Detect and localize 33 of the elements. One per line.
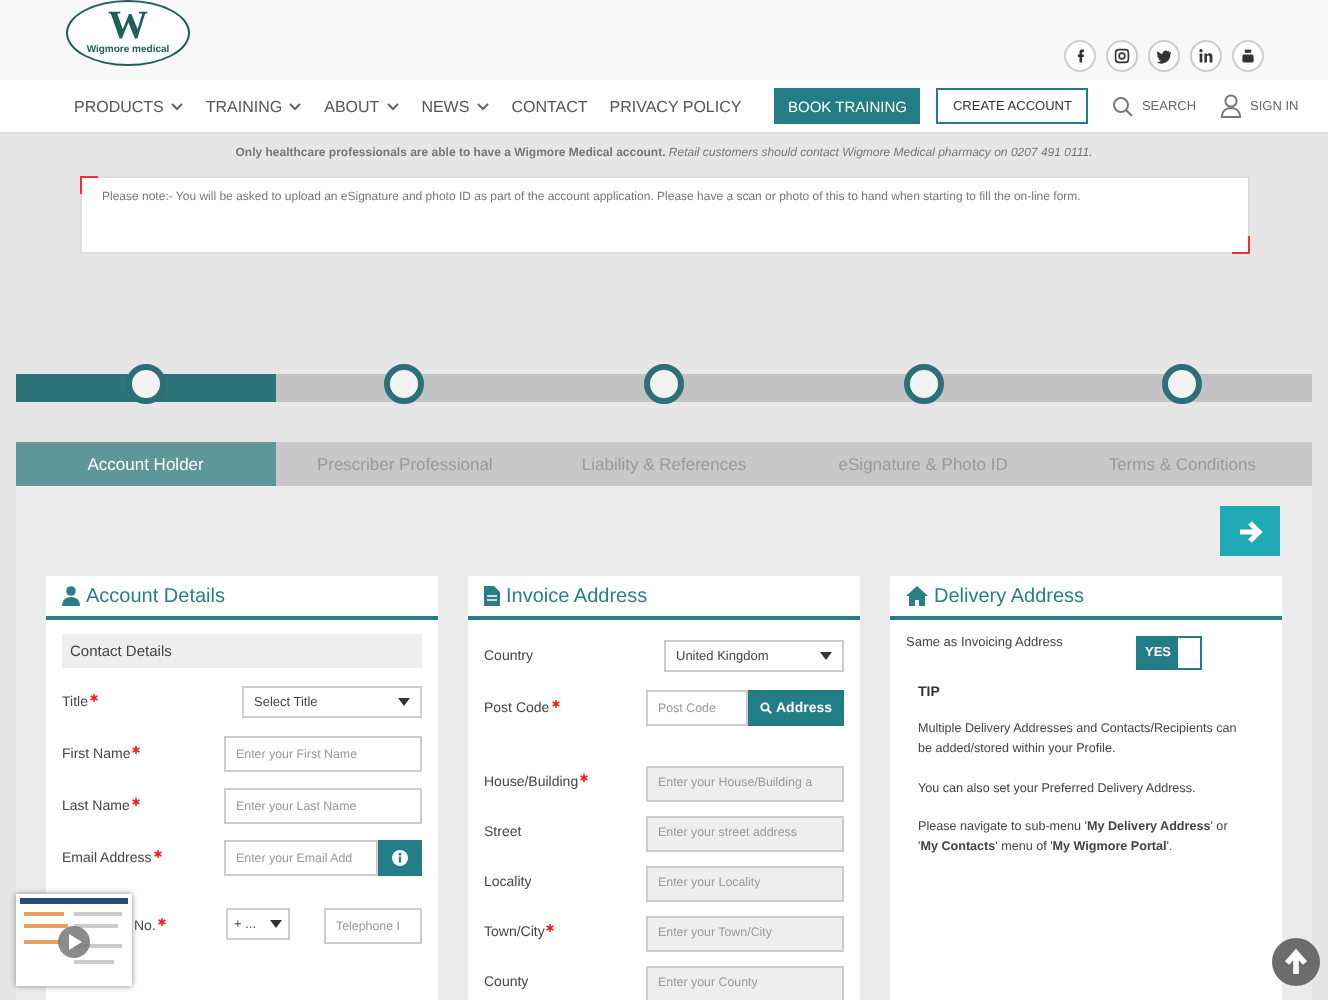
info-icon: [392, 850, 408, 866]
search-icon: [760, 700, 772, 716]
nav-link[interactable]: NEWS: [421, 97, 490, 115]
caret-icon: [270, 920, 282, 928]
next-button[interactable]: [1220, 506, 1280, 556]
nav-link[interactable]: CONTACT: [511, 97, 588, 115]
step-marker: [903, 364, 944, 404]
instagram-icon[interactable]: [1106, 40, 1138, 72]
caret-icon: [820, 652, 832, 660]
card-title: Account Details: [86, 585, 225, 607]
nav-link[interactable]: TRAINING: [205, 97, 303, 115]
facebook-icon[interactable]: [1064, 40, 1096, 72]
arrow-up-icon: [1282, 948, 1310, 976]
step-marker: [1162, 364, 1203, 404]
step-marker: [644, 364, 684, 404]
step-marker: [125, 364, 166, 404]
search-icon: [1111, 95, 1134, 117]
video-thumbnail[interactable]: [16, 894, 132, 986]
twitter-icon[interactable]: [1148, 40, 1180, 72]
nav-link[interactable]: PRODUCTS: [74, 97, 184, 115]
step-marker: [384, 364, 425, 404]
card-title: Invoice Address: [506, 585, 648, 607]
home-icon: [906, 586, 928, 606]
info-button[interactable]: [378, 840, 422, 876]
caret-icon: [398, 698, 410, 706]
user-icon: [62, 586, 80, 606]
user-icon: [1220, 94, 1243, 118]
document-icon: [484, 586, 500, 606]
nav-link[interactable]: PRIVACY POLICY: [609, 97, 742, 115]
card-title: Delivery Address: [934, 585, 1085, 607]
nav-link[interactable]: ABOUT: [324, 97, 400, 115]
arrow-right-icon: [1236, 517, 1264, 545]
linkedin-icon[interactable]: [1190, 40, 1222, 72]
